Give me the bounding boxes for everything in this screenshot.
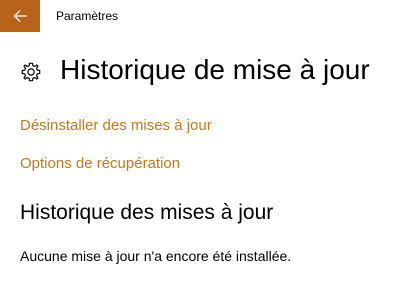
back-button[interactable]	[0, 0, 40, 32]
page-header	[20, 52, 42, 92]
gear-icon	[20, 61, 42, 83]
uninstall-updates-link[interactable]: Désinstaller des mises à jour	[20, 116, 212, 136]
recovery-options-link[interactable]: Options de récupération	[20, 154, 180, 174]
update-history-heading: Historique des mises à jour	[20, 201, 274, 224]
title-bar: Paramètres	[0, 0, 397, 32]
back-arrow-icon	[13, 10, 27, 22]
app-title: Paramètres	[56, 9, 119, 23]
empty-history-message: Aucune mise à jour n'a encore été instal…	[20, 248, 292, 264]
page-title: Historique de mise à jour	[60, 54, 370, 85]
